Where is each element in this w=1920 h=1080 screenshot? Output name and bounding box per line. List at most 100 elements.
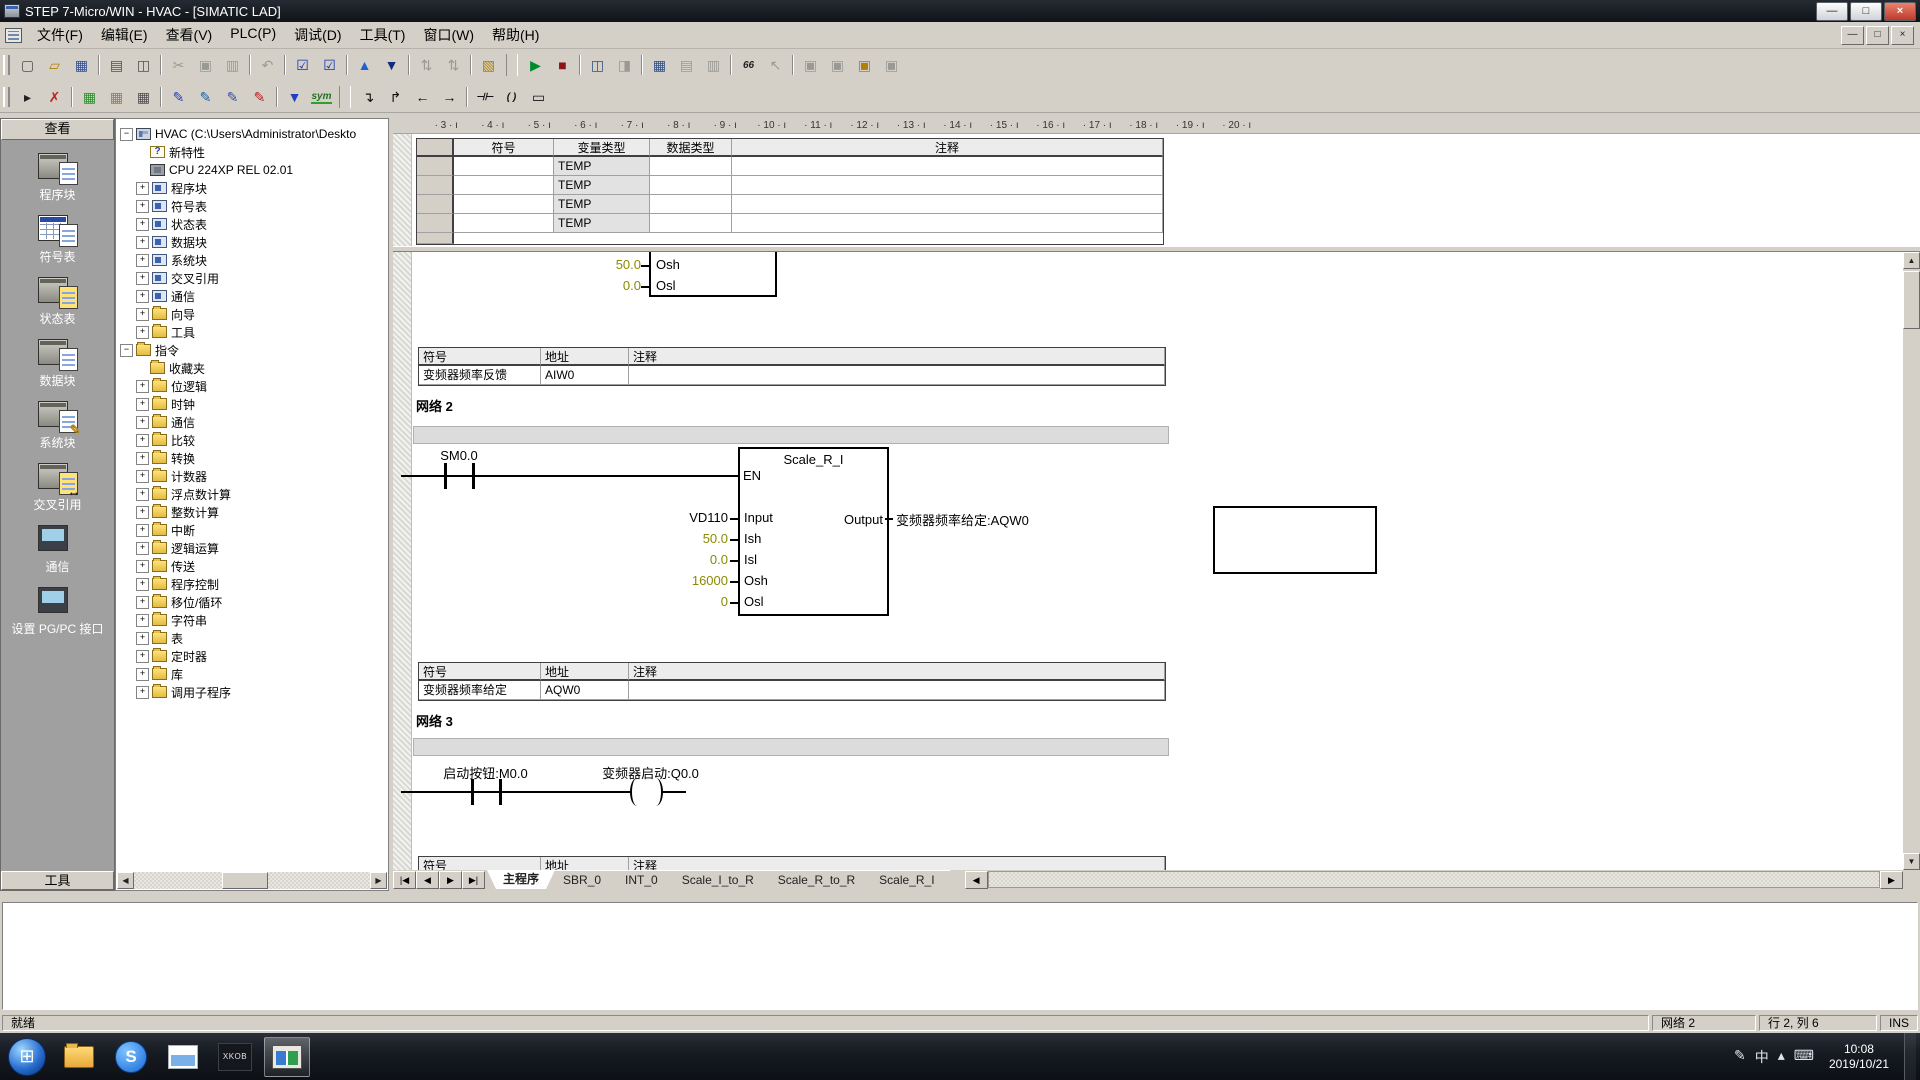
tree-expander-icon[interactable]: + [136,578,149,591]
sidebar-item-program-block[interactable]: 程序块 [1,153,114,202]
tree-item-8[interactable]: +系统块 [120,251,386,269]
sidebar-item-cross-reference[interactable]: ↔交叉引用 [1,463,114,512]
tree-expander-icon[interactable]: − [120,128,133,141]
row-header-cell[interactable] [417,157,454,176]
scroll-up-icon[interactable]: ▲ [1903,252,1920,269]
scale-block-output-operand[interactable]: 变频器频率给定:AQW0 [896,510,1029,529]
sidebar-item-status-chart[interactable]: 状态表 [1,277,114,326]
tree-expander-icon[interactable]: + [136,650,149,663]
paste-icon[interactable]: ▥ [219,53,246,77]
tree-item-30[interactable]: +定时器 [120,647,386,665]
pin-value[interactable]: 16000 [604,573,728,588]
row-header-cell[interactable] [417,214,454,233]
tree-expander-icon[interactable]: − [120,344,133,357]
ime-tray-icon[interactable]: 中 [1755,1047,1769,1067]
empty-box[interactable] [1213,506,1377,574]
copy-icon[interactable]: ▣ [192,53,219,77]
mdi-minimize-button[interactable]: — [1841,26,1864,45]
table-cell[interactable] [732,157,1163,176]
table-cell[interactable] [732,176,1163,195]
tree-item-12[interactable]: +工具 [120,323,386,341]
tab-Scale_R_to_R[interactable]: Scale_R_to_R [762,870,871,890]
tree-item-13[interactable]: −指令 [120,341,386,359]
tree-expander-icon[interactable]: + [136,182,149,195]
sidebar-item-symbol-table[interactable]: 符号表 [1,215,114,264]
tree-expander-icon[interactable]: + [136,686,149,699]
tree-item-21[interactable]: +浮点数计算 [120,485,386,503]
table-cell[interactable] [650,214,732,233]
row-header-cell[interactable] [417,176,454,195]
sort-ascending-icon[interactable]: ⇅ [413,53,440,77]
table-cell[interactable] [629,366,1165,385]
network3-coil-label[interactable]: 变频器启动:Q0.0 [578,763,723,782]
tree-item-3[interactable]: CPU 224XP REL 02.01 [120,161,386,179]
scrollbar-thumb[interactable] [222,872,268,889]
menu-item-4[interactable]: PLC(P) [221,22,285,48]
taskbar-clock[interactable]: 10:08 2019/10/21 [1829,1042,1889,1072]
tree-item-26[interactable]: +程序控制 [120,575,386,593]
mdi-restore-button[interactable]: □ [1866,26,1889,45]
table-cell[interactable] [454,157,554,176]
tree-expander-icon[interactable]: + [136,290,149,303]
menu-item-2[interactable]: 编辑(E) [92,22,157,48]
compile-icon[interactable]: ☑ [289,53,316,77]
table-cell[interactable] [454,214,554,233]
run-icon[interactable]: ▶ [522,53,549,77]
tree-expander-icon[interactable]: + [136,596,149,609]
bookmark-remove-icon[interactable]: ✗ [41,85,68,109]
tree-item-27[interactable]: +移位/循环 [120,593,386,611]
tab-SBR_0[interactable]: SBR_0 [547,870,617,890]
network2-contact-label[interactable]: SM0.0 [419,448,499,463]
menu-item-8[interactable]: 帮助(H) [483,22,548,48]
tree-expander-icon[interactable]: + [136,542,149,555]
hscroll-right-icon[interactable]: ▶ [1880,871,1903,889]
trend-view-icon[interactable]: ▤ [673,53,700,77]
table-cell[interactable]: TEMP [554,214,650,233]
network3-contact-label[interactable]: 启动按钮:M0.0 [423,763,548,782]
open-file-icon[interactable]: ▱ [41,53,68,77]
tree-item-11[interactable]: +向导 [120,305,386,323]
tree-expander-icon[interactable]: + [136,668,149,681]
scroll-left-icon[interactable]: ◀ [117,872,134,889]
tab-last-icon[interactable]: ▶| [462,871,485,889]
hscroll-left-icon[interactable]: ◀ [965,871,988,889]
save-icon[interactable]: ▦ [68,53,95,77]
tree-expander-icon[interactable]: + [136,434,149,447]
compile-all-icon[interactable]: ☑ [316,53,343,77]
tab-Scale_I_to_R[interactable]: Scale_I_to_R [666,870,770,890]
tree-expander-icon[interactable]: + [136,200,149,213]
line-up-icon[interactable]: ↱ [382,85,409,109]
tree-item-29[interactable]: +表 [120,629,386,647]
tree-expander-icon[interactable]: + [136,488,149,501]
tab-Scale_R_I[interactable]: Scale_R_I [863,870,950,890]
tree-item-6[interactable]: +状态表 [120,215,386,233]
cut-icon[interactable]: ✂ [165,53,192,77]
read-all-forced-icon[interactable]: ▣ [878,53,905,77]
table-cell[interactable] [454,195,554,214]
tree-item-5[interactable]: +符号表 [120,197,386,215]
tree-expander-icon[interactable]: + [136,632,149,645]
table-cell[interactable]: 变频器频率给定 [419,681,541,700]
table-cell[interactable] [629,681,1165,700]
tree-item-31[interactable]: +库 [120,665,386,683]
table-cell[interactable] [650,195,732,214]
tree-expander-icon[interactable]: + [136,272,149,285]
bookmark-toggle-icon[interactable]: ▸ [14,85,41,109]
table-cell[interactable]: AIW0 [541,366,629,385]
print-icon[interactable]: ▤ [103,53,130,77]
status-chart-icon[interactable]: ▦ [646,53,673,77]
pin-value[interactable]: VD110 [604,510,728,525]
tab-next-icon[interactable]: ▶ [439,871,462,889]
tree-expander-icon[interactable]: + [136,452,149,465]
row-header-cell[interactable] [417,233,454,244]
tree-expander-icon[interactable]: + [136,524,149,537]
xkob-button[interactable]: XKOB [212,1037,258,1077]
tree-item-17[interactable]: +通信 [120,413,386,431]
table-cell[interactable] [732,214,1163,233]
pin-value[interactable]: 0 [604,594,728,609]
scroll-down-icon[interactable]: ▼ [1903,853,1920,870]
bookmark-glasses-icon[interactable]: 66 [735,53,762,77]
sidebar-item-communications[interactable]: 通信 [1,525,114,574]
undo-icon[interactable]: ↶ [254,53,281,77]
print-preview-icon[interactable]: ◫ [130,53,157,77]
